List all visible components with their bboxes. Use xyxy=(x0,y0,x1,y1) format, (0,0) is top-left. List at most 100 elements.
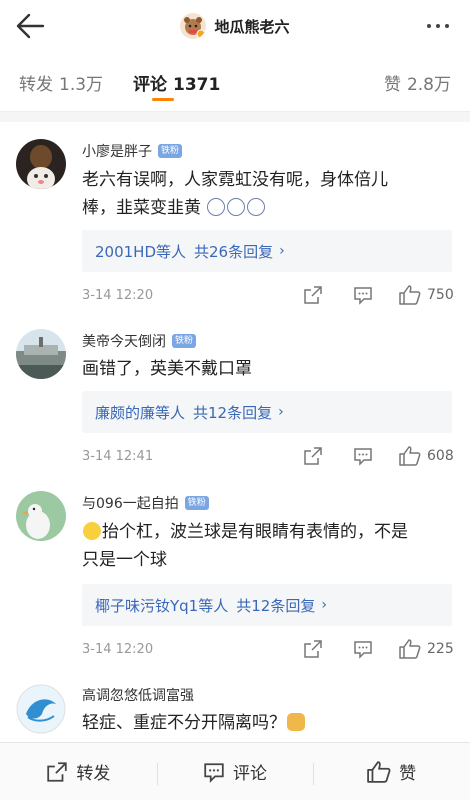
reply-button[interactable] xyxy=(353,639,373,659)
avatar[interactable] xyxy=(16,491,66,541)
share-icon xyxy=(304,286,322,304)
comment-icon xyxy=(354,287,372,305)
thumbs-up-icon xyxy=(399,639,421,659)
panic-emoji-icon xyxy=(207,198,226,216)
page-title: 地瓜熊老六 xyxy=(214,17,290,36)
user-avatar-image xyxy=(16,329,66,379)
more-button[interactable] xyxy=(418,12,458,40)
tab-repost[interactable]: 转发 1.3万 xyxy=(19,70,103,95)
doge-emoji-icon xyxy=(287,713,305,731)
bottom-action-bar: 转发 评论 赞 xyxy=(0,742,470,800)
share-icon xyxy=(304,640,322,658)
like-button[interactable]: 750 xyxy=(399,285,457,305)
username[interactable]: 小廖是胖子 xyxy=(82,141,152,161)
comment-meta: 3-14 12:20 750 xyxy=(82,283,457,307)
bear-avatar-icon xyxy=(184,17,206,39)
like-button[interactable]: 608 xyxy=(399,446,457,466)
user-avatar-image xyxy=(16,491,66,541)
tab-comment-count: 1371 xyxy=(173,75,221,95)
username[interactable]: 美帝今天倒闭 xyxy=(82,331,166,351)
comment-time: 3-14 12:20 xyxy=(82,287,154,303)
chevron-right-icon: › xyxy=(279,243,285,259)
more-dot xyxy=(445,24,449,28)
chevron-right-icon: › xyxy=(278,404,284,420)
tab-like-label: 赞 xyxy=(383,75,401,95)
tab-like-count: 2.8万 xyxy=(406,75,451,95)
like-count: 750 xyxy=(427,287,454,303)
reply-names: 2001HD等人 xyxy=(95,242,187,261)
username-row: 美帝今天倒闭 铁粉 xyxy=(82,331,197,351)
fan-badge: 铁粉 xyxy=(158,144,183,158)
reply-names: 廉颇的廉等人 xyxy=(95,403,186,422)
comment-time: 3-14 12:20 xyxy=(82,641,154,657)
reply-names: 椰子味污钕Yq1等人 xyxy=(95,596,229,615)
comment-text-line: 棒，韭菜变韭黄 xyxy=(82,194,452,222)
chevron-right-icon: › xyxy=(321,597,327,613)
author-avatar xyxy=(180,13,207,39)
comment-text-segment: 轻症、重症不分开隔离吗？ xyxy=(82,713,286,733)
reply-button[interactable] xyxy=(353,446,373,466)
comment-text-segment: 抬个杠，波兰球是有眼睛有表情的，不是 xyxy=(102,522,408,542)
page-title-group[interactable]: 地瓜熊老六 xyxy=(0,10,470,42)
thumbs-up-icon xyxy=(399,446,421,466)
comment-text-line: 画错了，英美不戴口罩 xyxy=(82,359,252,379)
like-button[interactable]: 225 xyxy=(399,639,457,659)
bottom-comment-button[interactable]: 评论 xyxy=(156,759,314,785)
fan-badge: 铁粉 xyxy=(172,334,197,348)
username[interactable]: 高调忽悠低调富强 xyxy=(82,685,194,705)
comment-text: 老六有误啊，人家霓虹没有呢，身体倍儿 棒，韭菜变韭黄 xyxy=(82,166,452,222)
top-bar: 地瓜熊老六 xyxy=(0,0,470,52)
comment-icon xyxy=(354,448,372,466)
reply-preview[interactable]: 2001HD等人 共26条回复 › xyxy=(82,230,452,272)
user-avatar-image xyxy=(16,684,66,734)
reply-count: 共12条回复 xyxy=(236,596,316,615)
like-count: 608 xyxy=(427,448,454,464)
panic-emoji-icon xyxy=(247,198,266,216)
reply-button[interactable] xyxy=(353,285,373,305)
comment-text-line: 抬个杠，波兰球是有眼睛有表情的，不是 xyxy=(82,518,452,546)
bottom-repost-button[interactable]: 转发 xyxy=(0,759,157,784)
username-row: 高调忽悠低调富强 xyxy=(82,685,194,705)
reply-count: 共12条回复 xyxy=(193,403,273,422)
username-row: 与096一起自拍 铁粉 xyxy=(82,493,209,513)
thumbs-up-icon xyxy=(367,760,391,783)
comment-text-line: 老六有误啊，人家霓虹没有呢，身体倍儿 xyxy=(82,170,388,190)
username[interactable]: 与096一起自拍 xyxy=(82,493,179,513)
avatar[interactable] xyxy=(16,329,66,379)
comment-meta: 3-14 12:20 225 xyxy=(82,637,457,661)
share-icon xyxy=(304,447,322,465)
comment-text-segment: 棒，韭菜变韭黄 xyxy=(82,198,201,218)
tab-repost-count: 1.3万 xyxy=(59,75,104,95)
share-button[interactable] xyxy=(303,446,323,466)
thinking-emoji-icon xyxy=(83,522,101,540)
share-button[interactable] xyxy=(303,639,323,659)
tab-like[interactable]: 赞 2.8万 xyxy=(384,70,451,95)
tab-comment-label: 评论 xyxy=(133,75,167,95)
thumbs-up-icon xyxy=(399,285,421,305)
avatar[interactable] xyxy=(16,684,66,734)
comment-text: 抬个杠，波兰球是有眼睛有表情的，不是 只是一个球 xyxy=(82,518,452,574)
tab-repost-label: 转发 xyxy=(19,75,53,95)
user-avatar-image xyxy=(16,139,66,189)
panic-emoji-icon xyxy=(227,198,246,216)
section-divider xyxy=(0,112,470,122)
more-dot xyxy=(427,24,431,28)
comment-text: 轻症、重症不分开隔离吗？ xyxy=(82,709,452,737)
comment-text: 画错了，英美不戴口罩 xyxy=(82,355,452,383)
bottom-comment-label: 评论 xyxy=(233,764,267,784)
comment-meta: 3-14 12:41 608 xyxy=(82,444,457,468)
bottom-like-label: 赞 xyxy=(399,764,417,784)
reply-preview[interactable]: 椰子味污钕Yq1等人 共12条回复 › xyxy=(82,584,452,626)
username-row: 小廖是胖子 铁粉 xyxy=(82,141,183,161)
reply-preview[interactable]: 廉颇的廉等人 共12条回复 › xyxy=(82,391,452,433)
bottom-like-button[interactable]: 赞 xyxy=(313,759,470,785)
like-count: 225 xyxy=(427,641,454,657)
comment-text-line: 轻症、重症不分开隔离吗？ xyxy=(82,709,452,737)
bottom-repost-label: 转发 xyxy=(76,764,111,784)
comment-icon xyxy=(354,641,372,659)
share-button[interactable] xyxy=(303,285,323,305)
more-dot xyxy=(436,24,440,28)
active-tab-indicator xyxy=(152,98,174,101)
comment-text-line: 只是一个球 xyxy=(82,550,167,570)
avatar[interactable] xyxy=(16,139,66,189)
